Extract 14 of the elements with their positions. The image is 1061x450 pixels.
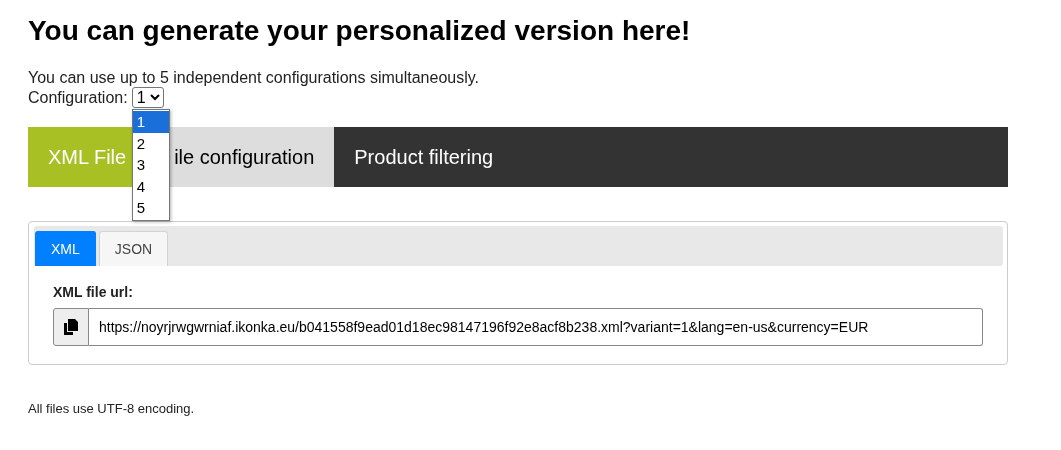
dropdown-option[interactable]: 1 [132,111,169,133]
format-tab[interactable]: XML [35,231,96,266]
chevron-icon [149,94,160,101]
intro-text: You can use up to 5 independent configurations simultaneously. [28,68,480,87]
url-field[interactable]: https://noyrjrwgwrniaf.ikonka.eu/b041558f9ead01d18ec98147196f92e8acf8b238.xml?variant=1&lang=en-us&currency=EUR [89,308,983,346]
footer-text: All files use UTF-8 encoding. [28,401,196,416]
configuration-label: Configuration: [28,88,128,107]
dropdown-option[interactable]: 5 [132,197,169,219]
copy-button[interactable] [53,308,89,346]
configuration-select[interactable]: 1 [131,87,164,108]
copy-icon [64,319,78,335]
field-label: XML file url: [53,284,134,300]
format-tab[interactable]: JSON [98,231,169,266]
page-heading: You can generate your personalized version here! [28,14,692,48]
